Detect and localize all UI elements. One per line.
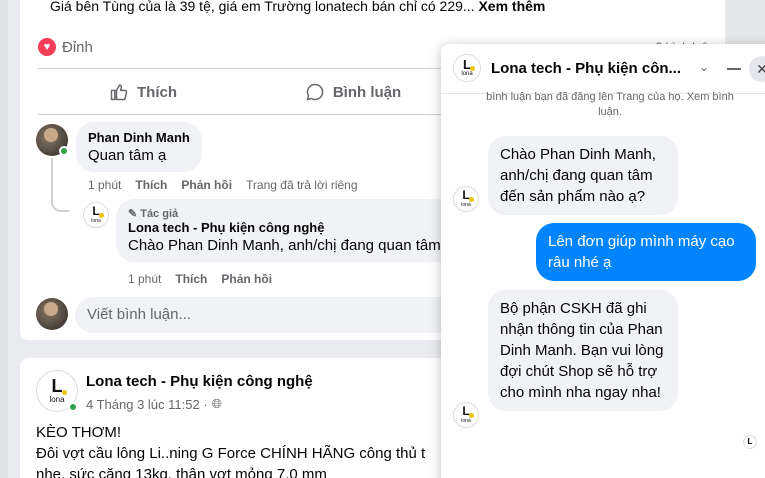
chat-title[interactable]: Lona tech - Phụ kiện côn...: [491, 60, 681, 77]
logo-word: lona: [91, 218, 101, 224]
post-text: nhẹ, sức căng 13kg, thân vợt mỏng 7,0 mm: [36, 466, 327, 478]
thumbs-up-icon: [110, 84, 128, 101]
left-panel-edge: [0, 0, 8, 478]
heart-icon: ♥: [38, 38, 56, 56]
page-avatar[interactable]: L lona: [83, 202, 109, 228]
reply-bubble: ✎ Tác giả Lona tech - Phụ kiện công nghệ…: [116, 199, 456, 262]
chat-header[interactable]: L lona Lona tech - Phụ kiện côn... ⌄ ✕: [441, 44, 765, 94]
avatar[interactable]: [36, 298, 68, 330]
online-status-dot: [68, 402, 78, 412]
reply-like-button[interactable]: Thích: [175, 272, 207, 286]
logo-letter: L: [462, 404, 475, 418]
post-text: Giá bên Tùng của là 39 tệ, giá em Trường…: [50, 0, 475, 14]
like-label: Thích: [137, 83, 177, 101]
author-tag-label: Tác giả: [140, 207, 179, 220]
comment-button[interactable]: Bình luận: [248, 70, 458, 114]
reaction-label: Đỉnh: [62, 38, 93, 56]
reply-text: Chào Phan Dinh Manh, anh/chị đang quan t…: [128, 237, 441, 254]
logo-letter: L: [92, 204, 105, 218]
logo-word: lona: [49, 395, 65, 404]
online-status-dot: [59, 146, 69, 156]
post-text: KÈO THƠM!: [36, 424, 122, 441]
reply-meta: 1 phút Thích Phản hồi: [128, 272, 272, 286]
comment-bubble: Phan Dinh Manh Quan tâm ạ: [76, 122, 202, 172]
logo-word: lona: [461, 418, 471, 424]
reply-reply-button[interactable]: Phản hồi: [221, 272, 272, 286]
post-time-text: 4 Tháng 3 lúc 11:52 ·: [86, 396, 208, 412]
logo-letter: L: [51, 376, 67, 396]
post-page-name[interactable]: Lona tech - Phụ kiện công nghệ: [86, 373, 313, 390]
chevron-down-icon[interactable]: ⌄: [699, 60, 709, 74]
post-actions: Thích Bình luận: [38, 70, 458, 114]
page-avatar[interactable]: L lona: [453, 54, 481, 82]
logo-letter: L: [462, 188, 475, 202]
comment-meta: 1 phút Thích Phản hồi Trang đã trả lời r…: [88, 178, 358, 192]
comment-label: Bình luận: [332, 83, 402, 101]
chat-message-outgoing: Lên đơn giúp mình máy cạo râu nhé ạ: [536, 223, 756, 281]
author-tag: ✎ Tác giả: [128, 207, 456, 221]
post-text: Đôi vợt cầu lông Li..ning G Force CHÍNH …: [36, 445, 426, 462]
pencil-icon: ✎: [128, 208, 138, 220]
minimize-icon[interactable]: [727, 68, 741, 70]
chat-message-incoming: Bộ phận CSKH đã ghi nhận thông tin của P…: [488, 290, 678, 411]
logo-word: lona: [461, 202, 471, 208]
logo-letter: L: [463, 57, 475, 72]
reaction-summary[interactable]: ♥ Đỉnh: [38, 38, 93, 56]
see-more-link[interactable]: Xem thêm: [478, 0, 545, 14]
comment-time[interactable]: 1 phút: [88, 178, 121, 192]
comment-reply-button[interactable]: Phản hồi: [181, 178, 232, 192]
messenger-chat-window: L lona Lona tech - Phụ kiện côn... ⌄ ✕ b…: [441, 44, 765, 478]
post-timestamp[interactable]: 4 Tháng 3 lúc 11:52 · 🌐︎: [86, 396, 222, 412]
close-icon[interactable]: ✕: [749, 56, 765, 82]
comment-like-button[interactable]: Thích: [135, 178, 167, 192]
chat-message-incoming: Chào Phan Dinh Manh, anh/chị đang quan t…: [488, 136, 678, 215]
chat-system-note: bình luận bạn đã đăng lên Trang của họ. …: [486, 91, 734, 118]
logo-word: lona: [461, 71, 473, 77]
seen-indicator-avatar: L: [743, 435, 757, 449]
globe-icon: 🌐︎: [211, 396, 223, 411]
reply-author[interactable]: Lona tech - Phụ kiện công nghệ: [128, 220, 456, 235]
like-button[interactable]: Thích: [38, 70, 248, 114]
comment-author[interactable]: Phan Dinh Manh: [88, 130, 190, 145]
comment-text: Quan tâm ạ: [88, 147, 167, 164]
thread-line: [51, 158, 69, 212]
page-avatar: L lona: [453, 402, 479, 428]
reply-time[interactable]: 1 phút: [128, 272, 161, 286]
speech-bubble-icon: [306, 83, 324, 101]
page-avatar: L lona: [453, 186, 479, 212]
post-text-snippet: Giá bên Tùng của là 39 tệ, giá em Trường…: [50, 0, 545, 14]
page-replied-status: Trang đã trả lời riêng: [246, 178, 358, 192]
